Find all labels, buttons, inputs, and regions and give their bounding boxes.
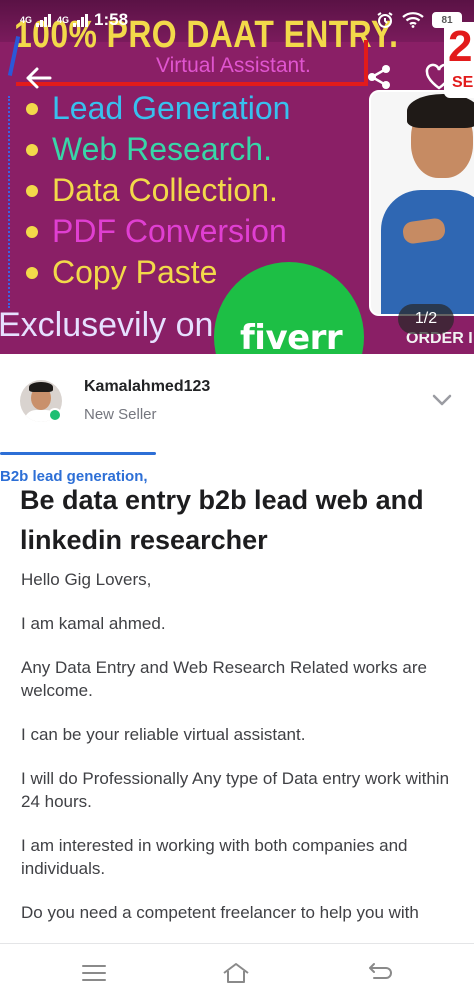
gig-tag[interactable]: B2b lead generation, bbox=[0, 468, 152, 485]
description-paragraph: I am kamal ahmed. bbox=[21, 614, 166, 633]
description-paragraph: Hello Gig Lovers, bbox=[21, 570, 152, 589]
back-icon[interactable] bbox=[366, 960, 394, 986]
gig-image-carousel[interactable]: 100% PRO DAAT ENTRY. Virtual Assistant. … bbox=[0, 0, 474, 354]
banner-bullet: PDF Conversion bbox=[26, 211, 290, 252]
banner-bullet: Web Research. bbox=[26, 129, 290, 170]
signal-icon bbox=[73, 13, 89, 27]
alarm-icon bbox=[377, 12, 393, 28]
bullet-dot-icon bbox=[26, 143, 38, 156]
bullet-text: PDF Conversion bbox=[52, 213, 287, 249]
network-type-2: 4G bbox=[57, 14, 70, 25]
bullet-text: Lead Generation bbox=[52, 90, 291, 126]
banner-red-line bbox=[16, 82, 368, 86]
seller-photo-card bbox=[369, 90, 474, 316]
home-icon[interactable] bbox=[222, 960, 250, 986]
status-time: 1:58 bbox=[94, 10, 129, 29]
system-navigation-bar bbox=[0, 943, 474, 1000]
battery-icon: 81 bbox=[432, 12, 462, 28]
seller-username[interactable]: Kamalahmed123 bbox=[84, 378, 210, 396]
bullet-text: Web Research. bbox=[52, 131, 272, 167]
banner-footer-text: Exclusevily on bbox=[0, 306, 214, 344]
online-status-icon bbox=[48, 408, 62, 422]
tag-underline bbox=[0, 452, 156, 455]
bullet-dot-icon bbox=[26, 102, 38, 115]
banner-dotted-line bbox=[8, 96, 10, 308]
heart-icon[interactable] bbox=[424, 62, 454, 92]
photo-shirt bbox=[381, 190, 474, 314]
bullet-dot-icon bbox=[26, 225, 38, 238]
back-arrow-icon[interactable] bbox=[20, 60, 56, 96]
gig-title: Be data entry b2b lead web and linkedin … bbox=[20, 485, 424, 555]
status-bar: 4G 4G 1:58 81 bbox=[0, 0, 474, 40]
wifi-icon bbox=[402, 12, 424, 28]
description-paragraph: I am interested in working with both com… bbox=[21, 836, 408, 878]
carousel-page-indicator: 1/2 bbox=[398, 304, 454, 334]
share-icon[interactable] bbox=[364, 62, 394, 92]
description-paragraph: Do you need a competent freelancer to he… bbox=[21, 903, 419, 922]
banner-subtitle: Virtual Assistant. bbox=[156, 54, 311, 77]
bullet-text: Copy Paste bbox=[52, 254, 218, 290]
photo-hair bbox=[407, 94, 474, 128]
bullet-text: Data Collection. bbox=[52, 172, 278, 208]
bullet-dot-icon bbox=[26, 266, 38, 279]
seller-info-row[interactable]: Kamalahmed123 New Seller bbox=[0, 354, 474, 446]
fiverr-logo: fiverr bbox=[240, 318, 343, 354]
next-slide-text: SE bbox=[452, 74, 474, 91]
description-paragraph: I can be your reliable virtual assistant… bbox=[21, 725, 306, 744]
seller-level: New Seller bbox=[84, 406, 157, 423]
description-paragraph: Any Data Entry and Web Research Related … bbox=[21, 658, 427, 700]
description-paragraph: I will do Professionally Any type of Dat… bbox=[21, 769, 450, 811]
network-type-1: 4G bbox=[20, 14, 33, 25]
banner-bullet: Lead Generation bbox=[26, 88, 290, 129]
bullet-dot-icon bbox=[26, 184, 38, 197]
gig-description: Hello Gig Lovers, I am kamal ahmed. Any … bbox=[21, 568, 461, 945]
avatar-hair bbox=[29, 382, 53, 392]
banner-bullet-list: Lead Generation Web Research. Data Colle… bbox=[26, 88, 290, 293]
menu-icon[interactable] bbox=[80, 960, 108, 986]
signal-icon bbox=[36, 13, 52, 27]
chevron-down-icon[interactable] bbox=[430, 392, 454, 408]
banner-bullet: Data Collection. bbox=[26, 170, 290, 211]
